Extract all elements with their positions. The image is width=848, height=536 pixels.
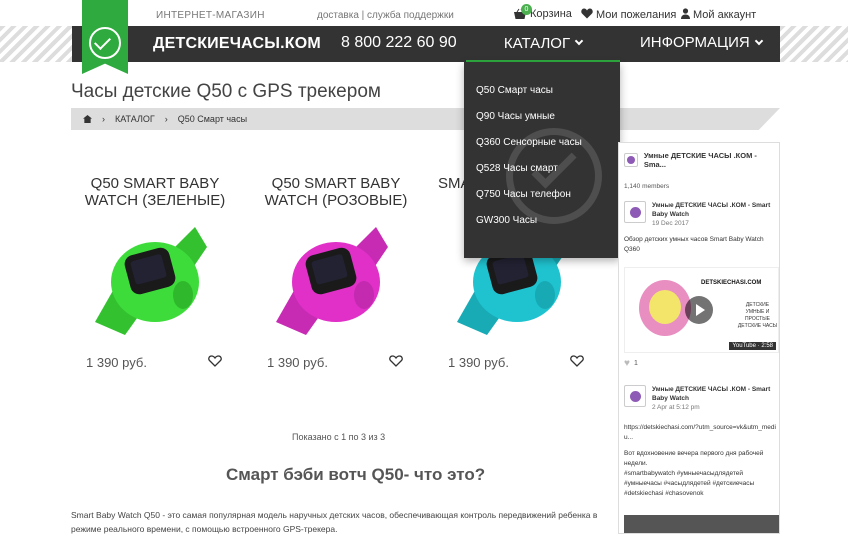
page-title: Часы детские Q50 с GPS трекером [71, 81, 381, 102]
product-price: 1 390 руб. [448, 355, 509, 370]
menu-item-q50[interactable]: Q50 Смарт часы [476, 85, 553, 96]
widget-post: Умные ДЕТСКИЕ ЧАСЫ .КОМ - Smart Baby Wat… [624, 201, 776, 255]
post-text: Вот вдохновение вечера первого дня рабоч… [624, 450, 764, 467]
post-avatar [624, 385, 646, 407]
delivery-support-link[interactable]: доставка | служба поддержки [317, 10, 454, 21]
chevron-down-icon [754, 36, 763, 45]
like-heart-icon[interactable]: ♥ [624, 358, 630, 369]
phone-number[interactable]: 8 800 222 60 90 [341, 34, 457, 52]
heart-icon [581, 8, 593, 22]
vk-group-widget: Умные ДЕТСКИЕ ЧАСЫ .КОМ - Sma... 1,140 m… [618, 142, 780, 534]
members-count: 1,140 members [624, 183, 670, 190]
video-watch-image [639, 280, 691, 336]
decorative-stripes-left [0, 26, 72, 62]
widget-post: Умные ДЕТСКИЕ ЧАСЫ .КОМ - Smart Baby Wat… [624, 385, 776, 499]
menu-item-q528[interactable]: Q528 Часы смарт [476, 163, 558, 174]
post-date[interactable]: 2 Apr at 5:12 pm [652, 404, 776, 411]
wishlist-link[interactable]: Мои пожелания [581, 8, 676, 22]
video-thumbnail[interactable]: DETSKIECHASI.COM ДЕТСКИЕ УМНЫЕ И ПРОСТЫЕ… [624, 267, 779, 353]
breadcrumb-separator-icon: › [102, 114, 105, 124]
menu-item-q90[interactable]: Q90 Часы умные [476, 111, 555, 122]
breadcrumb-separator-icon: › [164, 114, 168, 124]
cart-link[interactable]: 0 Корзина [513, 4, 572, 20]
post-text: Обзор детских умных часов Smart Baby Wat… [624, 236, 764, 253]
info-label: ИНФОРМАЦИЯ [640, 34, 750, 51]
catalog-dropdown-menu: Q50 Смарт часы Q90 Часы умные Q360 Сенсо… [464, 62, 620, 258]
cart-label: Корзина [530, 8, 572, 20]
widget-header[interactable]: Умные ДЕТСКИЕ ЧАСЫ .КОМ - Sma... [624, 151, 779, 169]
account-link[interactable]: Мой аккаунт [681, 8, 756, 22]
video-title: DETSKIECHASI.COM [701, 280, 762, 286]
brand-name[interactable]: ДЕТСКИЕЧАСЫ.КОМ [153, 35, 321, 53]
product-image[interactable] [95, 227, 207, 337]
product-price: 1 390 руб. [86, 355, 147, 370]
post-image[interactable] [624, 515, 779, 533]
breadcrumb-item-catalog[interactable]: КАТАЛОГ [115, 114, 155, 124]
cart-count-badge: 0 [521, 4, 532, 15]
catalog-menu-button[interactable]: КАТАЛОГ [466, 26, 620, 62]
shop-label: ИНТЕРНЕТ-МАГАЗИН [156, 10, 265, 21]
section-subtitle: Смарт бэби вотч Q50- что это? [226, 465, 486, 484]
group-avatar [624, 153, 638, 167]
breadcrumb: › КАТАЛОГ › Q50 Смарт часы [71, 108, 780, 130]
product-card[interactable]: Q50 SMART BABY WATCH (ЗЕЛЕНЫЕ) 1 390 руб… [71, 175, 239, 370]
breadcrumb-item-current: Q50 Смарт часы [177, 114, 248, 124]
likes-count: 1 [633, 360, 638, 367]
video-duration: YouTube · 2:58 [729, 342, 776, 350]
product-description: Smart Baby Watch Q50 - это самая популяр… [71, 510, 598, 534]
post-link[interactable]: https://detskiechasi.com/?utm_source=vk&… [624, 423, 776, 443]
product-card[interactable]: Q50 SMART BABY WATCH (РОЗОВЫЕ) 1 390 руб… [252, 175, 420, 370]
product-name[interactable]: Q50 SMART BABY WATCH (ЗЕЛЕНЫЕ) [71, 175, 239, 215]
likes-row[interactable]: ♥ 1 [624, 358, 638, 369]
product-name[interactable]: Q50 SMART BABY WATCH (РОЗОВЫЕ) [252, 175, 420, 215]
menu-item-gw300[interactable]: GW300 Часы [476, 215, 537, 226]
post-author[interactable]: Умные ДЕТСКИЕ ЧАСЫ .КОМ - Smart Baby Wat… [652, 385, 776, 403]
post-tags[interactable]: #smartbabywatch #умныечасыдлядетей #умны… [624, 469, 776, 499]
wishlist-heart-icon[interactable] [208, 354, 222, 370]
post-author[interactable]: Умные ДЕТСКИЕ ЧАСЫ .КОМ - Smart Baby Wat… [652, 201, 776, 219]
group-name[interactable]: Умные ДЕТСКИЕ ЧАСЫ .КОМ - Sma... [644, 151, 779, 169]
post-avatar [624, 201, 646, 223]
product-price: 1 390 руб. [267, 355, 328, 370]
menu-item-q750[interactable]: Q750 Часы телефон [476, 189, 571, 200]
chevron-down-icon [574, 36, 584, 46]
product-image[interactable] [276, 227, 388, 337]
post-date[interactable]: 19 Dec 2017 [652, 220, 776, 227]
info-menu-button[interactable]: ИНФОРМАЦИЯ [640, 34, 763, 51]
account-label: Мой аккаунт [693, 9, 757, 21]
catalog-label: КАТАЛОГ [503, 34, 571, 52]
home-icon[interactable] [83, 115, 92, 123]
decorative-stripes-right [780, 26, 848, 62]
wishlist-heart-icon[interactable] [389, 354, 403, 370]
wishlist-label: Мои пожелания [596, 9, 677, 21]
wishlist-heart-icon[interactable] [570, 354, 584, 370]
menu-item-q360[interactable]: Q360 Сенсорные часы [476, 137, 582, 148]
cart-icon: 0 [513, 4, 532, 20]
results-count: Показано с 1 по 3 из 3 [292, 432, 386, 442]
video-caption: ДЕТСКИЕ УМНЫЕ И ПРОСТЫЕ ДЕТСКИЕ ЧАСЫ [737, 302, 778, 329]
user-icon [681, 8, 690, 22]
play-icon[interactable] [685, 296, 713, 324]
